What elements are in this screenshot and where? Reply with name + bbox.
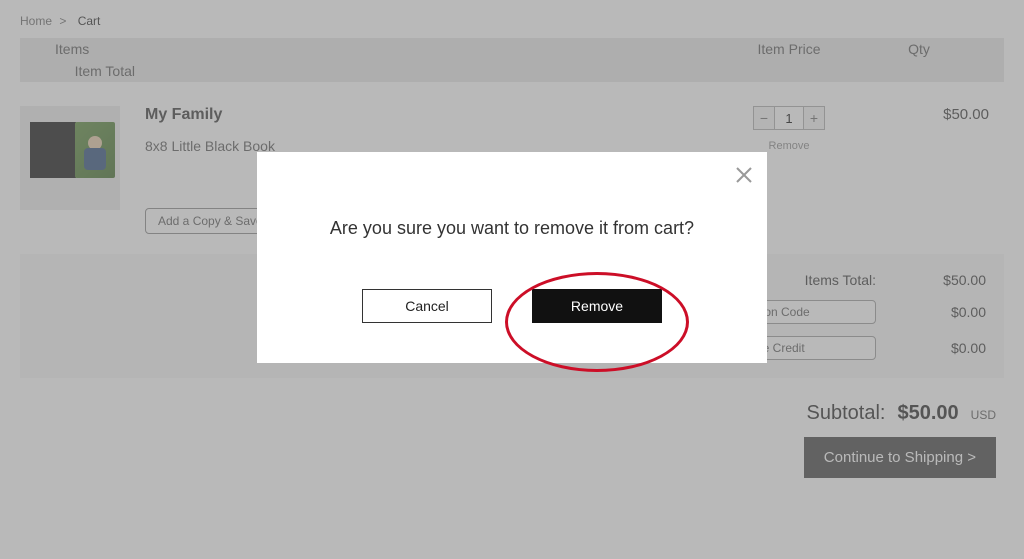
modal-message: Are you sure you want to remove it from … [287,218,737,239]
modal-close-button[interactable] [735,166,753,184]
remove-confirm-modal: Are you sure you want to remove it from … [257,152,767,363]
modal-overlay[interactable]: Are you sure you want to remove it from … [0,0,1024,559]
remove-button[interactable]: Remove [532,289,662,323]
close-icon [735,166,753,184]
cancel-button[interactable]: Cancel [362,289,492,323]
